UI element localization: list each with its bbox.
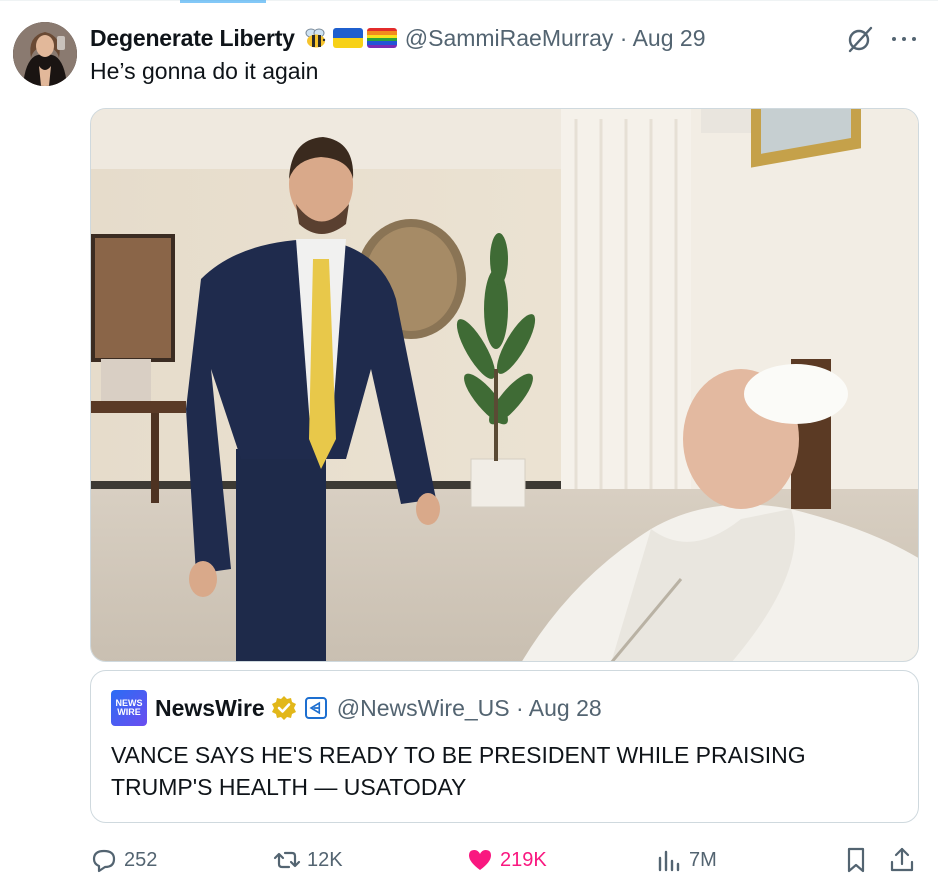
share-icon xyxy=(890,847,914,872)
view-count: 7M xyxy=(689,848,717,871)
newswire-logo[interactable]: NEWS WIRE xyxy=(111,690,147,726)
gold-verified-icon[interactable] xyxy=(271,695,297,721)
affiliate-badge-icon[interactable] xyxy=(304,697,327,719)
reply-button[interactable]: 252 xyxy=(90,842,157,878)
grok-icon[interactable] xyxy=(846,25,874,53)
author-name[interactable]: Degenerate Liberty xyxy=(90,25,295,52)
repost-button[interactable]: 12K xyxy=(273,842,343,878)
share-button[interactable] xyxy=(888,842,922,878)
ukraine-flag-icon xyxy=(332,28,363,48)
top-divider xyxy=(0,0,938,1)
avatar[interactable] xyxy=(13,22,77,86)
like-count: 219K xyxy=(500,848,547,871)
handle-and-date[interactable]: @SammiRaeMurray · Aug 29 xyxy=(405,25,706,52)
reply-count: 252 xyxy=(124,848,158,871)
author-emojis xyxy=(303,27,397,49)
tweet-header: Degenerate Liberty @SammiRaeMurray · Aug… xyxy=(90,22,705,54)
analytics-icon xyxy=(658,850,680,872)
tweet-photo[interactable] xyxy=(90,108,919,662)
tab-indicator xyxy=(180,0,266,3)
quoted-tweet-text: VANCE SAYS HE'S READY TO BE PRESIDENT WH… xyxy=(111,742,806,800)
repost-count: 12K xyxy=(307,848,343,871)
views-button[interactable]: 7M xyxy=(655,842,717,878)
quoted-tweet[interactable]: NEWS WIRE NewsWire @NewsWire_US · Aug 28… xyxy=(90,670,919,823)
bookmark-button[interactable] xyxy=(842,842,876,878)
avatar-image xyxy=(13,22,77,86)
quoted-author-name[interactable]: NewsWire xyxy=(155,695,265,722)
quoted-tweet-header: NEWS WIRE NewsWire @NewsWire_US · Aug 28 xyxy=(111,690,602,726)
pride-flag-icon xyxy=(366,28,397,48)
quoted-handle-and-date[interactable]: @NewsWire_US · Aug 28 xyxy=(337,695,602,722)
like-button[interactable]: 219K xyxy=(466,842,547,878)
heart-icon xyxy=(469,850,491,870)
more-options-icon[interactable] xyxy=(892,34,916,44)
action-bar: 252 12K 219K 7M xyxy=(90,842,920,878)
tweet-text: He’s gonna do it again xyxy=(90,58,319,84)
reply-icon xyxy=(92,849,116,873)
repost-icon xyxy=(273,851,301,869)
bookmark-icon xyxy=(847,847,865,873)
bee-icon xyxy=(305,28,325,48)
photo-image xyxy=(91,109,918,661)
